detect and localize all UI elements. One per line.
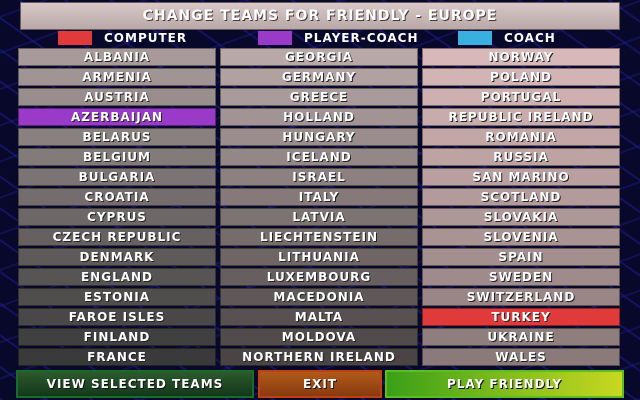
team-cell[interactable]: GERMANY bbox=[220, 68, 418, 86]
team-cell[interactable]: AUSTRIA bbox=[18, 88, 216, 106]
team-cell[interactable]: SPAIN bbox=[422, 248, 620, 266]
team-cell[interactable]: FINLAND bbox=[18, 328, 216, 346]
page-title: CHANGE TEAMS FOR FRIENDLY - EUROPE bbox=[20, 2, 620, 30]
coach-swatch bbox=[458, 31, 492, 45]
team-cell[interactable]: FAROE ISLES bbox=[18, 308, 216, 326]
computer-swatch bbox=[58, 31, 92, 45]
team-cell[interactable]: MOLDOVA bbox=[220, 328, 418, 346]
team-cell[interactable]: ESTONIA bbox=[18, 288, 216, 306]
team-cell[interactable]: BULGARIA bbox=[18, 168, 216, 186]
team-cell[interactable]: GREECE bbox=[220, 88, 418, 106]
team-cell[interactable]: ROMANIA bbox=[422, 128, 620, 146]
team-cell[interactable]: TURKEY bbox=[422, 308, 620, 326]
team-cell[interactable]: CZECH REPUBLIC bbox=[18, 228, 216, 246]
team-cell[interactable]: SLOVAKIA bbox=[422, 208, 620, 226]
team-cell[interactable]: LUXEMBOURG bbox=[220, 268, 418, 286]
team-cell[interactable]: RUSSIA bbox=[422, 148, 620, 166]
team-cell[interactable]: ITALY bbox=[220, 188, 418, 206]
team-cell[interactable]: REPUBLIC IRELAND bbox=[422, 108, 620, 126]
team-column: GEORGIA GERMANY GREECE HOLLAND HUNGARY ICELAN… bbox=[220, 48, 418, 368]
team-cell[interactable]: ISRAEL bbox=[220, 168, 418, 186]
team-cell[interactable]: SCOTLAND bbox=[422, 188, 620, 206]
team-cell[interactable]: ICELAND bbox=[220, 148, 418, 166]
team-cell[interactable]: WALES bbox=[422, 348, 620, 366]
team-cell[interactable]: GEORGIA bbox=[220, 48, 418, 66]
team-cell[interactable]: ARMENIA bbox=[18, 68, 216, 86]
view-selected-teams-button[interactable]: VIEW SELECTED TEAMS bbox=[16, 370, 254, 398]
team-cell[interactable]: BELGIUM bbox=[18, 148, 216, 166]
legend-coach: COACH bbox=[458, 30, 556, 46]
team-cell[interactable]: LIECHTENSTEIN bbox=[220, 228, 418, 246]
team-cell[interactable]: SLOVENIA bbox=[422, 228, 620, 246]
legend-computer: COMPUTER bbox=[58, 30, 187, 46]
play-friendly-button[interactable]: PLAY FRIENDLY bbox=[385, 370, 624, 398]
team-cell[interactable]: MALTA bbox=[220, 308, 418, 326]
team-cell[interactable]: NORTHERN IRELAND bbox=[220, 348, 418, 366]
team-cell[interactable]: ALBANIA bbox=[18, 48, 216, 66]
team-cell[interactable]: CYPRUS bbox=[18, 208, 216, 226]
team-column: ALBANIA ARMENIA AUSTRIA AZERBAIJAN BELARUS BE… bbox=[18, 48, 216, 368]
team-cell[interactable]: PORTUGAL bbox=[422, 88, 620, 106]
team-cell[interactable]: BELARUS bbox=[18, 128, 216, 146]
team-cell[interactable]: SAN MARINO bbox=[422, 168, 620, 186]
team-cell[interactable]: AZERBAIJAN bbox=[18, 108, 216, 126]
team-column: NORWAY POLAND PORTUGAL REPUBLIC IRELAND ROMA… bbox=[422, 48, 620, 368]
exit-button[interactable]: EXIT bbox=[258, 370, 382, 398]
legend-player-coach: PLAYER-COACH bbox=[258, 30, 419, 46]
team-cell[interactable]: MACEDONIA bbox=[220, 288, 418, 306]
team-cell[interactable]: FRANCE bbox=[18, 348, 216, 366]
team-cell[interactable]: POLAND bbox=[422, 68, 620, 86]
team-cell[interactable]: DENMARK bbox=[18, 248, 216, 266]
team-cell[interactable]: CROATIA bbox=[18, 188, 216, 206]
legend-label: COMPUTER bbox=[104, 31, 188, 45]
team-cell[interactable]: ENGLAND bbox=[18, 268, 216, 286]
team-cell[interactable]: UKRAINE bbox=[422, 328, 620, 346]
team-cell[interactable]: HOLLAND bbox=[220, 108, 418, 126]
legend-label: PLAYER-COACH bbox=[304, 31, 419, 45]
team-cell[interactable]: SWEDEN bbox=[422, 268, 620, 286]
team-cell[interactable]: NORWAY bbox=[422, 48, 620, 66]
team-cell[interactable]: SWITZERLAND bbox=[422, 288, 620, 306]
legend-label: COACH bbox=[504, 31, 556, 45]
team-grid: ALBANIA ARMENIA AUSTRIA AZERBAIJAN BELARUS BE… bbox=[18, 48, 622, 366]
team-cell[interactable]: LITHUANIA bbox=[220, 248, 418, 266]
team-cell[interactable]: HUNGARY bbox=[220, 128, 418, 146]
player-coach-swatch bbox=[258, 31, 292, 45]
team-cell[interactable]: LATVIA bbox=[220, 208, 418, 226]
